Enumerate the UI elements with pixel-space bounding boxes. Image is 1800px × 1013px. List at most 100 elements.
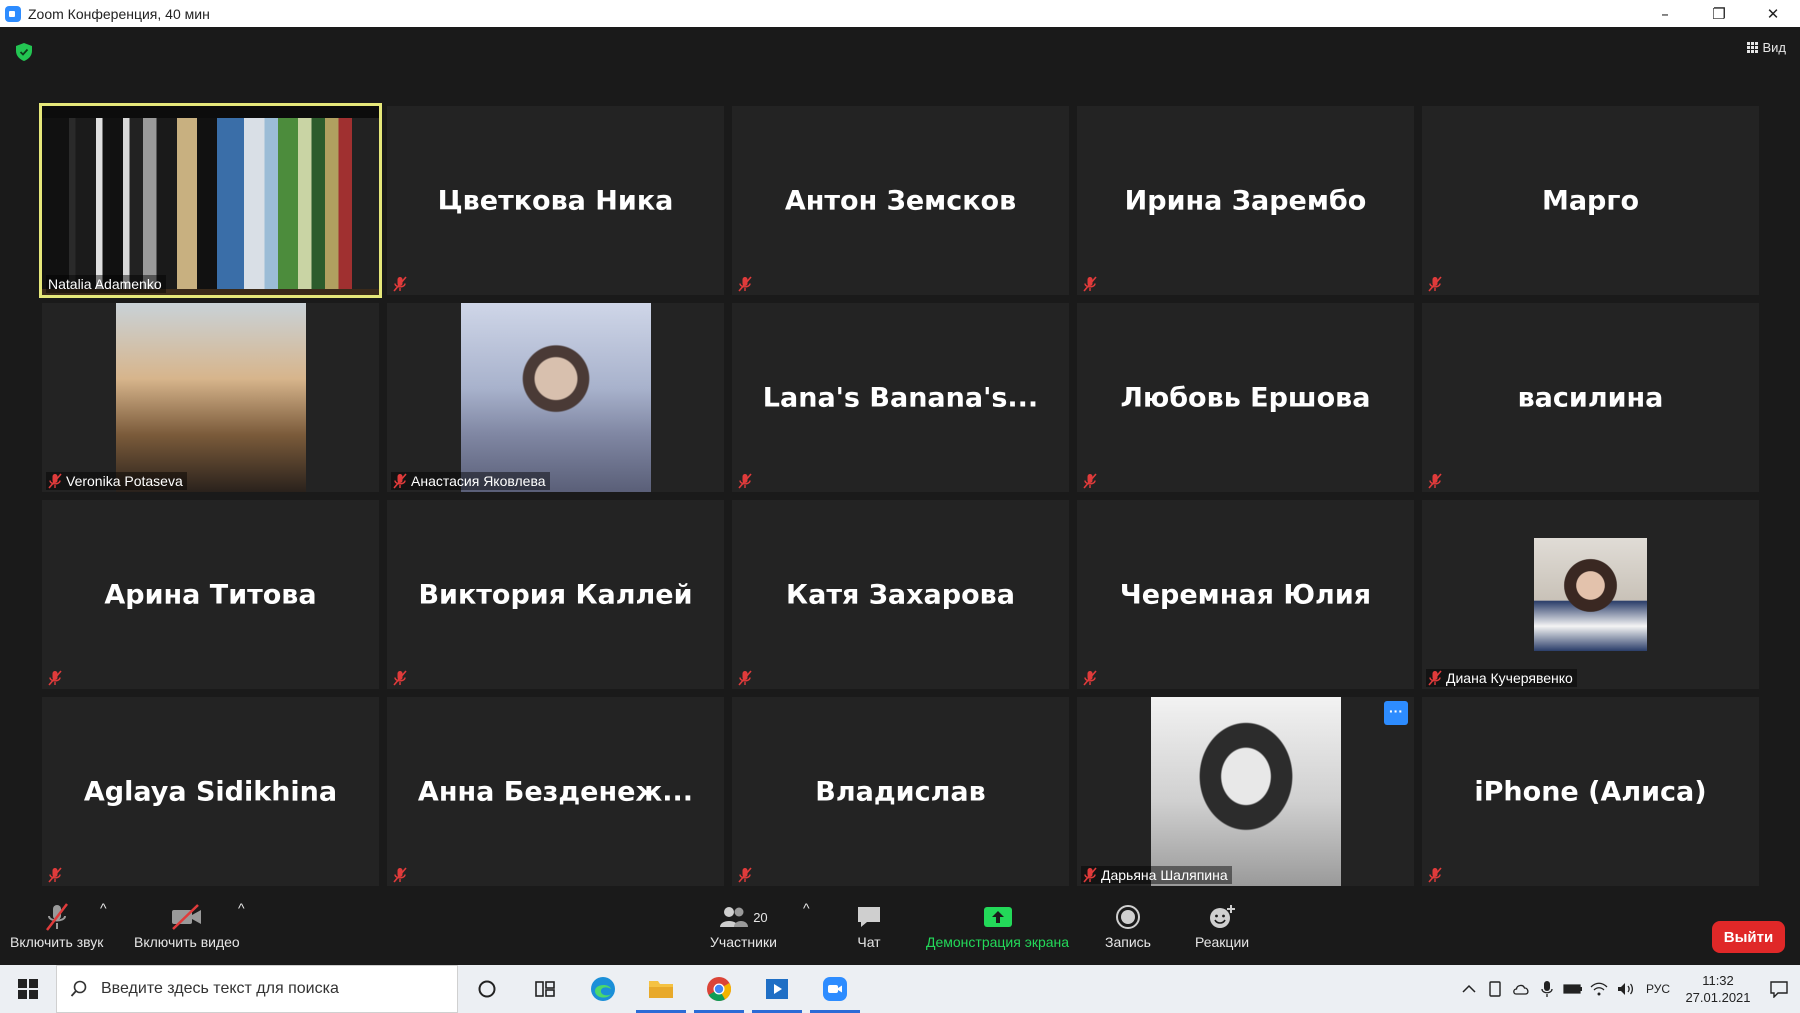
participant-tile[interactable]: Арина Титова: [42, 500, 379, 689]
participant-name: василина: [1517, 382, 1664, 413]
participant-tile[interactable]: iPhone (Алиса): [1422, 697, 1759, 886]
participants-label: Участники: [710, 934, 777, 950]
input-language[interactable]: РУС: [1638, 982, 1678, 996]
participant-label: [736, 275, 756, 293]
participant-label: [1426, 275, 1446, 293]
participant-tile[interactable]: Виктория Каллей: [387, 500, 724, 689]
participant-tile[interactable]: василина: [1422, 303, 1759, 492]
participant-tile[interactable]: Lana's Banana's...: [732, 303, 1069, 492]
chat-label: Чат: [857, 934, 881, 950]
participant-name: Владислав: [815, 776, 986, 807]
encryption-shield-icon[interactable]: [16, 43, 32, 61]
task-view-icon[interactable]: [516, 965, 574, 1013]
participant-tile[interactable]: Анастасия Яковлева: [387, 303, 724, 492]
muted-mic-icon: [393, 276, 407, 292]
restore-button[interactable]: ❐: [1692, 0, 1746, 27]
participant-name: Lana's Banana's...: [762, 382, 1039, 413]
muted-mic-icon: [1428, 276, 1442, 292]
unmute-button[interactable]: Включить звук: [10, 900, 103, 950]
participant-name: Анна Безденеж...: [417, 776, 694, 807]
audio-options-caret[interactable]: ^: [100, 900, 107, 916]
edge-browser-icon[interactable]: [574, 965, 632, 1013]
participants-button[interactable]: 20 Участники: [710, 900, 777, 950]
participant-tile[interactable]: Дарьяна Шаляпина ···: [1077, 697, 1414, 886]
muted-mic-icon: [1428, 867, 1442, 883]
chat-button[interactable]: Чат: [855, 900, 883, 950]
microphone-icon[interactable]: [1534, 980, 1560, 998]
taskbar-clock[interactable]: 11:32 27.01.2021: [1678, 972, 1758, 1006]
participant-tile[interactable]: Катя Захарова: [732, 500, 1069, 689]
muted-mic-icon: [1083, 867, 1097, 883]
participant-name: Цветкова Ника: [437, 185, 674, 216]
chrome-browser-icon[interactable]: [690, 965, 748, 1013]
participant-tile[interactable]: Aglaya Sidikhina: [42, 697, 379, 886]
participant-tile[interactable]: Владислав: [732, 697, 1069, 886]
grid-view-icon: [1747, 42, 1759, 53]
participants-count: 20: [753, 909, 768, 925]
participants-options-caret[interactable]: ^: [803, 900, 810, 916]
participant-tile[interactable]: Анна Безденеж...: [387, 697, 724, 886]
participant-name: Виктория Каллей: [418, 579, 693, 610]
leave-button[interactable]: Выйти: [1712, 921, 1785, 953]
participant-label: [736, 669, 756, 687]
chevron-up-icon[interactable]: [1456, 984, 1482, 994]
notifications-icon[interactable]: [1758, 980, 1800, 998]
participant-label-text: Дарьяна Шаляпина: [1101, 867, 1228, 883]
close-button[interactable]: ✕: [1746, 0, 1800, 27]
cortana-icon[interactable]: [458, 965, 516, 1013]
onedrive-cloud-icon[interactable]: [1508, 983, 1534, 995]
participant-label: Veronika Potaseva: [46, 472, 187, 490]
battery-icon[interactable]: [1560, 983, 1586, 995]
more-options-button[interactable]: ···: [1384, 701, 1408, 725]
chat-icon: [855, 900, 883, 934]
title-bar: Zoom Конференция, 40 мин – ❐ ✕: [0, 0, 1800, 27]
muted-mic-icon: [48, 473, 62, 489]
speaker-volume-icon[interactable]: [1612, 981, 1638, 997]
muted-mic-icon: [48, 670, 62, 686]
record-icon: [1115, 900, 1141, 934]
view-button[interactable]: Вид: [1747, 40, 1786, 55]
reactions-label: Реакции: [1195, 934, 1250, 950]
participant-label: [1426, 472, 1446, 490]
meeting-area: Вид Natalia Adamenko Цветкова Ника Антон З…: [0, 27, 1800, 965]
participant-tile[interactable]: Черемная Юлия: [1077, 500, 1414, 689]
start-video-button[interactable]: Включить видео: [134, 900, 240, 950]
record-button[interactable]: Запись: [1105, 900, 1151, 950]
participant-tile[interactable]: Цветкова Ника: [387, 106, 724, 295]
media-player-icon[interactable]: [748, 965, 806, 1013]
muted-mic-icon: [1428, 473, 1442, 489]
participant-name: Любовь Ершова: [1120, 382, 1371, 413]
participant-label: [1081, 275, 1101, 293]
participant-label-text: Анастасия Яковлева: [411, 473, 546, 489]
participant-name: Марго: [1541, 185, 1640, 216]
tablet-icon[interactable]: [1482, 981, 1508, 997]
participant-tile[interactable]: Диана Кучерявенко: [1422, 500, 1759, 689]
start-button[interactable]: [0, 965, 56, 1013]
participant-label: [391, 669, 411, 687]
participant-tile[interactable]: Ирина Зарембо: [1077, 106, 1414, 295]
participant-name: Черемная Юлия: [1119, 579, 1372, 610]
muted-mic-icon: [48, 867, 62, 883]
muted-mic-icon: [738, 670, 752, 686]
view-label: Вид: [1762, 40, 1786, 55]
video-options-caret[interactable]: ^: [238, 900, 245, 916]
share-screen-button[interactable]: Демонстрация экрана: [926, 900, 1069, 950]
share-screen-icon: [983, 900, 1013, 934]
minimize-button[interactable]: –: [1638, 0, 1692, 27]
participant-name: Aglaya Sidikhina: [83, 776, 338, 807]
participant-tile[interactable]: Veronika Potaseva: [42, 303, 379, 492]
search-placeholder: Введите здесь текст для поиска: [101, 980, 339, 997]
system-tray: РУС 11:32 27.01.2021: [1456, 965, 1800, 1013]
wifi-icon[interactable]: [1586, 982, 1612, 996]
participant-tile[interactable]: Марго: [1422, 106, 1759, 295]
participant-video: [461, 303, 651, 492]
participant-tile[interactable]: Natalia Adamenko: [39, 103, 382, 298]
file-explorer-icon[interactable]: [632, 965, 690, 1013]
taskbar-search-box[interactable]: Введите здесь текст для поиска: [56, 965, 458, 1013]
muted-mic-icon: [1083, 670, 1097, 686]
participant-label: [46, 669, 66, 687]
participant-tile[interactable]: Любовь Ершова: [1077, 303, 1414, 492]
reactions-button[interactable]: Реакции: [1195, 900, 1249, 950]
zoom-taskbar-icon[interactable]: [806, 965, 864, 1013]
participant-tile[interactable]: Антон Земсков: [732, 106, 1069, 295]
